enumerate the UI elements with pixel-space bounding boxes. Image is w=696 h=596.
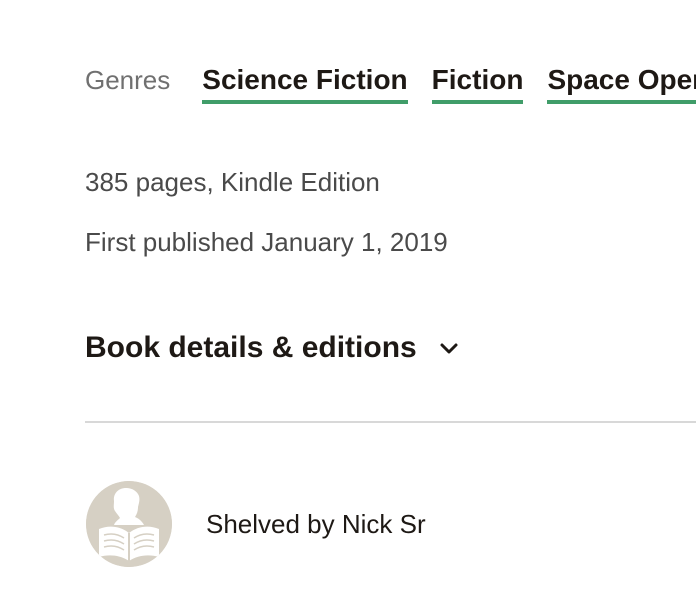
book-details-toggle-button[interactable]: Book details & editions [85, 327, 461, 369]
reader-avatar-icon [86, 481, 172, 567]
genres-label: Genres [85, 65, 171, 95]
genre-link-science-fiction[interactable]: Science Fiction [202, 60, 408, 104]
avatar[interactable] [86, 481, 172, 567]
pages-format: 385 pages, Kindle Edition [85, 167, 380, 197]
book-details-label: Book details & editions [85, 331, 417, 364]
shelved-by-text: Shelved by Nick Sr [206, 509, 426, 539]
publication-info: First published January 1, 2019 [85, 227, 448, 257]
shelved-by-row: Shelved by Nick Sr [86, 481, 426, 567]
genre-link-space-opera[interactable]: Space Opera [547, 60, 696, 104]
chevron-down-icon [437, 336, 461, 360]
genre-link-fiction[interactable]: Fiction [431, 60, 524, 104]
section-divider [85, 421, 696, 423]
genres-list: Genres Science Fiction Fiction Space Ope… [85, 60, 696, 110]
book-page: Genres Science Fiction Fiction Space Ope… [0, 0, 696, 596]
